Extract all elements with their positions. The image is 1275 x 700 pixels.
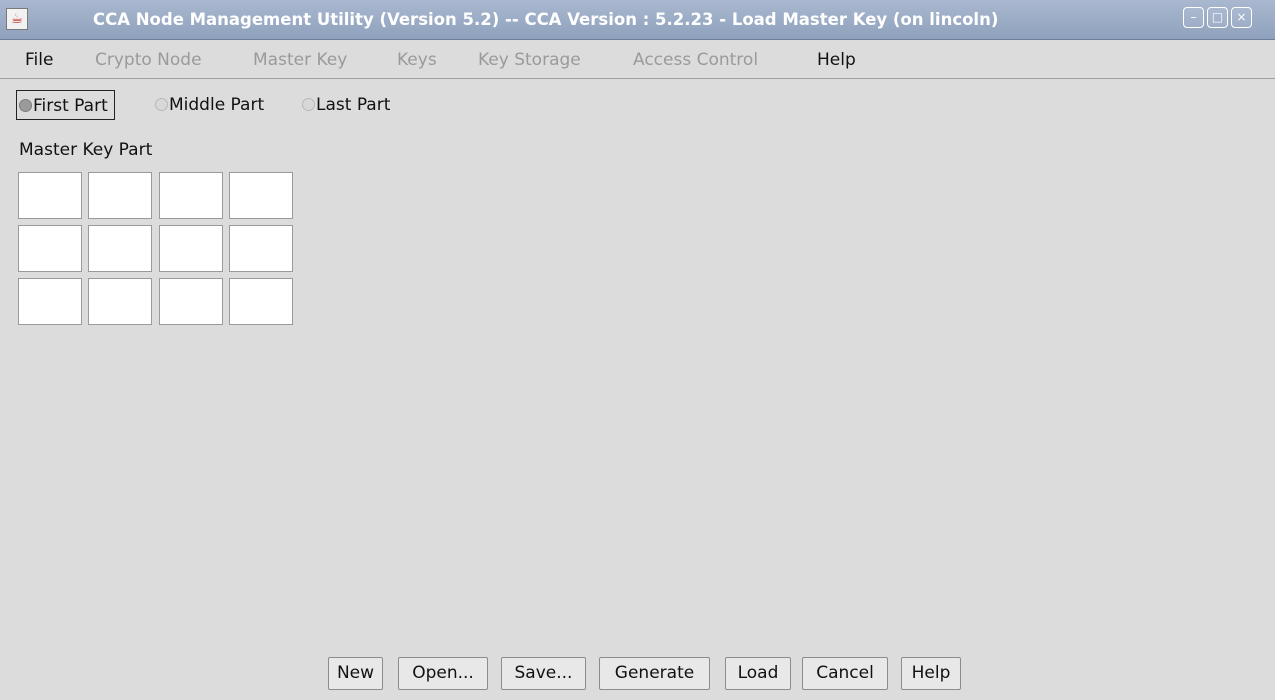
- key-part-field-1-4[interactable]: [229, 172, 293, 219]
- key-part-radio-group: First Part Middle Part Last Part: [0, 86, 500, 124]
- generate-button[interactable]: Generate: [599, 657, 710, 690]
- key-part-field-2-2[interactable]: [88, 225, 152, 272]
- menu-file[interactable]: File: [25, 41, 53, 79]
- cancel-button[interactable]: Cancel: [802, 657, 888, 690]
- help-button[interactable]: Help: [901, 657, 961, 690]
- menu-bar: File Crypto Node Master Key Keys Key Sto…: [0, 41, 1275, 79]
- close-icon[interactable]: ×: [1231, 7, 1252, 28]
- key-part-field-2-1[interactable]: [18, 225, 82, 272]
- key-part-field-2-4[interactable]: [229, 225, 293, 272]
- key-part-field-1-1[interactable]: [18, 172, 82, 219]
- radio-unchecked-icon: [155, 97, 168, 111]
- key-part-field-3-4[interactable]: [229, 278, 293, 325]
- window-title: CCA Node Management Utility (Version 5.2…: [93, 10, 999, 29]
- key-part-field-1-3[interactable]: [159, 172, 223, 219]
- menu-master-key[interactable]: Master Key: [253, 41, 347, 79]
- menu-keys[interactable]: Keys: [397, 41, 437, 79]
- open-button[interactable]: Open...: [398, 657, 488, 690]
- window-title-bar[interactable]: ☕ CCA Node Management Utility (Version 5…: [0, 0, 1275, 40]
- radio-checked-icon: [19, 98, 32, 112]
- load-button[interactable]: Load: [725, 657, 791, 690]
- save-button[interactable]: Save...: [501, 657, 586, 690]
- java-icon[interactable]: ☕: [6, 8, 28, 30]
- menu-access-control[interactable]: Access Control: [633, 41, 758, 79]
- dialog-button-row: New Open... Save... Generate Load Cancel…: [0, 657, 1275, 690]
- maximize-icon[interactable]: □: [1207, 7, 1228, 28]
- key-part-field-3-2[interactable]: [88, 278, 152, 325]
- minimize-icon[interactable]: –: [1183, 7, 1204, 28]
- master-key-part-label: Master Key Part: [19, 140, 153, 160]
- menu-key-storage[interactable]: Key Storage: [478, 41, 581, 79]
- key-part-field-1-2[interactable]: [88, 172, 152, 219]
- key-part-field-2-3[interactable]: [159, 225, 223, 272]
- radio-first-part[interactable]: First Part: [16, 90, 115, 120]
- menu-help[interactable]: Help: [817, 41, 856, 79]
- radio-middle-part[interactable]: Middle Part: [153, 90, 264, 120]
- key-part-field-3-3[interactable]: [159, 278, 223, 325]
- new-button[interactable]: New: [328, 657, 383, 690]
- radio-last-part[interactable]: Last Part: [300, 90, 390, 120]
- radio-unchecked-icon: [302, 97, 315, 111]
- menu-crypto-node[interactable]: Crypto Node: [95, 41, 202, 79]
- key-part-field-3-1[interactable]: [18, 278, 82, 325]
